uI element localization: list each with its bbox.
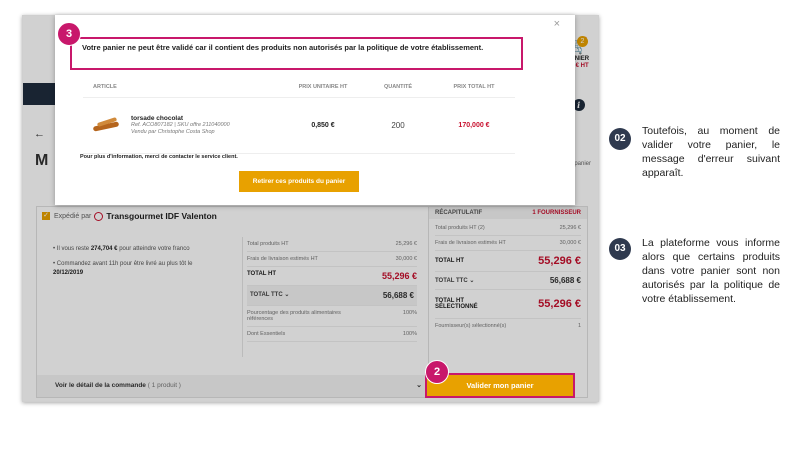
note-number: 02	[609, 128, 631, 150]
product-cell: torsade chocolat Ref. ACO807182 | SKU of…	[83, 115, 283, 136]
unit-price: 0,850 €	[311, 122, 335, 129]
table-header: ARTICLE PRIX UNITAIRE HT QUANTITÉ PRIX T…	[83, 77, 515, 97]
close-icon[interactable]: ×	[554, 18, 560, 30]
table-row: torsade chocolat Ref. ACO807182 | SKU of…	[83, 97, 515, 154]
product-image	[92, 116, 120, 134]
column-header: PRIX UNITAIRE HT	[298, 84, 348, 90]
step-badge: 3	[57, 22, 81, 46]
step-badge: 2	[425, 360, 449, 384]
note-text: La plateforme vous informe alors que cer…	[642, 237, 780, 305]
product-ref: Ref. ACO807182 | SKU offre 211040000	[131, 122, 230, 128]
column-header: QUANTITÉ	[383, 84, 413, 90]
remove-products-button[interactable]: Retirer ces produits du panier	[239, 171, 359, 192]
total-price: 170,000 €	[458, 122, 490, 129]
product-name: torsade chocolat	[131, 115, 184, 122]
contact-info: Pour plus d'information, merci de contac…	[80, 154, 238, 160]
note-number: 03	[609, 238, 631, 260]
column-header: PRIX TOTAL HT	[453, 84, 495, 90]
note-text: Toutefois, au moment de valider votre pa…	[642, 125, 780, 179]
error-modal: × Votre panier ne peut être validé car i…	[55, 15, 575, 205]
error-message: Votre panier ne peut être validé car il …	[70, 37, 523, 70]
product-seller: Vendu par Christophe Costa Shop	[131, 129, 215, 135]
quantity: 200	[391, 121, 405, 130]
column-header: ARTICLE	[93, 84, 117, 90]
